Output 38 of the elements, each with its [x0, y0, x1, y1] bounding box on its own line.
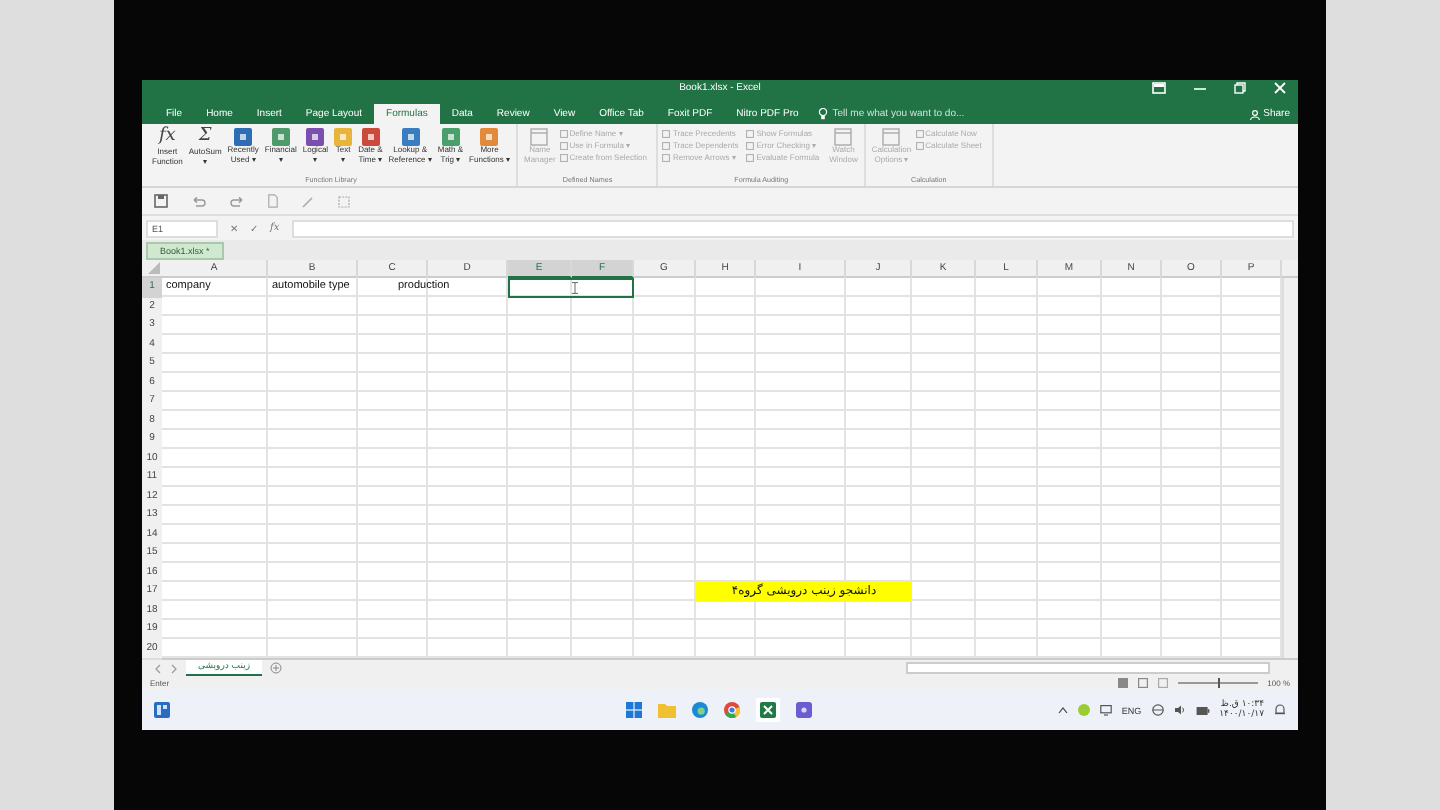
- new-file-icon[interactable]: [268, 194, 278, 208]
- chrome-icon[interactable]: [724, 702, 740, 718]
- selection-box[interactable]: [508, 277, 634, 297]
- horizontal-scrollbar[interactable]: [906, 662, 1270, 674]
- monitor-icon[interactable]: [1099, 704, 1112, 716]
- chevron-up-icon[interactable]: [1057, 706, 1068, 714]
- excel-icon[interactable]: [760, 702, 776, 718]
- notification-icon[interactable]: [1274, 704, 1286, 716]
- globe-icon[interactable]: [1151, 704, 1164, 716]
- windows-start-icon[interactable]: [626, 702, 642, 718]
- page-break-icon[interactable]: [1157, 678, 1168, 688]
- volume-icon[interactable]: [1173, 704, 1186, 716]
- window-icon: [530, 128, 549, 146]
- restore-icon[interactable]: [1234, 82, 1246, 94]
- undo-icon[interactable]: [192, 195, 206, 207]
- edge-icon[interactable]: [692, 702, 708, 718]
- text-cursor-icon: [572, 281, 578, 293]
- window-icon: [834, 128, 853, 146]
- next-sheet-icon[interactable]: [170, 663, 178, 673]
- widgets-icon[interactable]: [154, 702, 170, 718]
- close-icon[interactable]: [1274, 82, 1286, 94]
- app-tray-icon[interactable]: [1077, 704, 1090, 716]
- page-layout-icon[interactable]: [1137, 678, 1148, 688]
- save-icon[interactable]: [154, 194, 168, 208]
- redo-icon[interactable]: [230, 195, 244, 207]
- vertical-scrollbar[interactable]: [1282, 278, 1298, 658]
- window-icon: [882, 128, 901, 146]
- ribbon-display-icon[interactable]: [1152, 82, 1166, 94]
- lightbulb-icon: [818, 108, 829, 120]
- minimize-icon[interactable]: [1194, 82, 1206, 94]
- normal-view-icon[interactable]: [1117, 678, 1128, 688]
- person-icon: [1249, 109, 1260, 119]
- battery-icon[interactable]: [1195, 705, 1210, 715]
- add-sheet-icon[interactable]: [270, 662, 283, 674]
- formula-input[interactable]: [291, 219, 1294, 237]
- pen-icon[interactable]: [302, 195, 314, 207]
- previous-sheet-icon[interactable]: [154, 663, 162, 673]
- app-icon[interactable]: [796, 702, 812, 718]
